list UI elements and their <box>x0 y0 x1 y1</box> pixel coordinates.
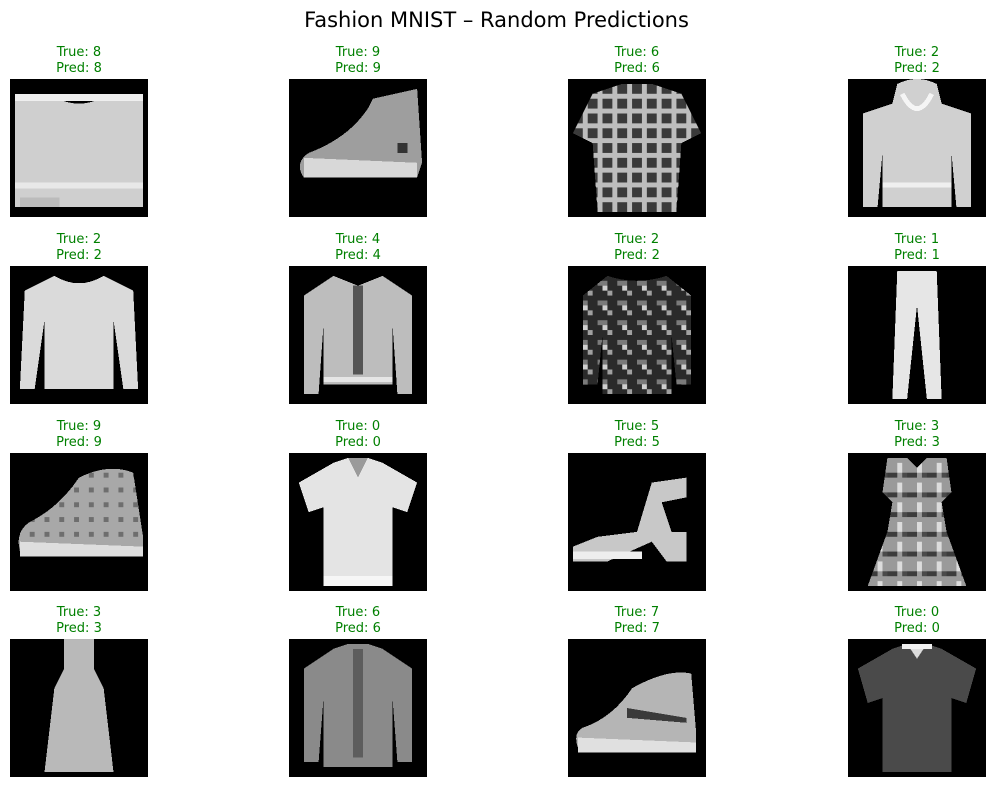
true-label: True: 5 <box>614 419 660 434</box>
panel-title: True: 2 Pred: 2 <box>848 45 986 76</box>
pred-label: Pred: 4 <box>335 247 381 263</box>
pred-label: Pred: 2 <box>56 247 102 263</box>
prediction-panel: True: 3 Pred: 3 <box>10 605 148 777</box>
prediction-panel: True: 0 Pred: 0 <box>848 605 986 777</box>
true-label: True: 8 <box>56 45 102 60</box>
true-label: True: 6 <box>614 45 660 60</box>
ankle-boot-image <box>289 79 427 217</box>
pred-label: Pred: 5 <box>614 434 660 450</box>
prediction-panel: True: 3 Pred: 3 <box>848 419 986 591</box>
panel-title: True: 0 Pred: 0 <box>289 419 427 450</box>
polo-shirt-image <box>289 453 427 591</box>
prediction-panel: True: 6 Pred: 6 <box>568 45 706 217</box>
prediction-panel: True: 8 Pred: 8 <box>10 45 148 217</box>
pred-label: Pred: 1 <box>894 247 940 263</box>
prediction-panel: True: 9 Pred: 9 <box>289 45 427 217</box>
panel-title: True: 9 Pred: 9 <box>10 419 148 450</box>
pred-label: Pred: 2 <box>614 247 660 263</box>
dress-image <box>848 453 986 591</box>
prediction-panel: True: 6 Pred: 6 <box>289 605 427 777</box>
prediction-panel: True: 1 Pred: 1 <box>848 232 986 404</box>
pred-label: Pred: 2 <box>894 60 940 76</box>
panel-title: True: 9 Pred: 9 <box>289 45 427 76</box>
pred-label: Pred: 6 <box>614 60 660 76</box>
prediction-panel: True: 5 Pred: 5 <box>568 419 706 591</box>
figure-title: Fashion MNIST – Random Predictions <box>304 8 689 32</box>
sneaker-boot-image <box>10 453 148 591</box>
sandal-image <box>568 453 706 591</box>
true-label: True: 1 <box>894 232 940 247</box>
panel-title: True: 0 Pred: 0 <box>848 605 986 636</box>
bag-image <box>10 79 148 217</box>
prediction-panel: True: 4 Pred: 4 <box>289 232 427 404</box>
prediction-panel: True: 0 Pred: 0 <box>289 419 427 591</box>
pred-label: Pred: 6 <box>335 620 381 636</box>
true-label: True: 0 <box>335 419 381 434</box>
panel-title: True: 6 Pred: 6 <box>289 605 427 636</box>
prediction-panel: True: 9 Pred: 9 <box>10 419 148 591</box>
true-label: True: 2 <box>894 45 940 60</box>
panel-title: True: 4 Pred: 4 <box>289 232 427 263</box>
hoodie-image <box>848 79 986 217</box>
panel-title: True: 8 Pred: 8 <box>10 45 148 76</box>
true-label: True: 7 <box>614 605 660 620</box>
pred-label: Pred: 3 <box>56 620 102 636</box>
pred-label: Pred: 0 <box>894 620 940 636</box>
dark-patterned-pullover-image <box>568 266 706 404</box>
true-label: True: 2 <box>614 232 660 247</box>
prediction-panel: True: 2 Pred: 2 <box>568 232 706 404</box>
true-label: True: 9 <box>335 45 381 60</box>
true-label: True: 4 <box>335 232 381 247</box>
long-dress-image <box>10 639 148 777</box>
panel-title: True: 5 Pred: 5 <box>568 419 706 450</box>
prediction-panel: True: 2 Pred: 2 <box>848 45 986 217</box>
pred-label: Pred: 8 <box>56 60 102 76</box>
pred-label: Pred: 3 <box>894 434 940 450</box>
sweater-image <box>10 266 148 404</box>
panel-title: True: 7 Pred: 7 <box>568 605 706 636</box>
long-sleeve-shirt-image <box>289 639 427 777</box>
true-label: True: 3 <box>894 419 940 434</box>
true-label: True: 2 <box>56 232 102 247</box>
true-label: True: 3 <box>56 605 102 620</box>
panel-title: True: 3 Pred: 3 <box>10 605 148 636</box>
dark-polo-image <box>848 639 986 777</box>
panel-title: True: 1 Pred: 1 <box>848 232 986 263</box>
panel-title: True: 6 Pred: 6 <box>568 45 706 76</box>
panel-title: True: 2 Pred: 2 <box>10 232 148 263</box>
pred-label: Pred: 0 <box>335 434 381 450</box>
panel-title: True: 2 Pred: 2 <box>568 232 706 263</box>
prediction-panel: True: 7 Pred: 7 <box>568 605 706 777</box>
coat-image <box>289 266 427 404</box>
pred-label: Pred: 9 <box>335 60 381 76</box>
prediction-panel: True: 2 Pred: 2 <box>10 232 148 404</box>
checked-shirt-image <box>568 79 706 217</box>
pred-label: Pred: 9 <box>56 434 102 450</box>
true-label: True: 0 <box>894 605 940 620</box>
panel-title: True: 3 Pred: 3 <box>848 419 986 450</box>
trouser-image <box>848 266 986 404</box>
true-label: True: 9 <box>56 419 102 434</box>
sneaker-image <box>568 639 706 777</box>
true-label: True: 6 <box>335 605 381 620</box>
pred-label: Pred: 7 <box>614 620 660 636</box>
